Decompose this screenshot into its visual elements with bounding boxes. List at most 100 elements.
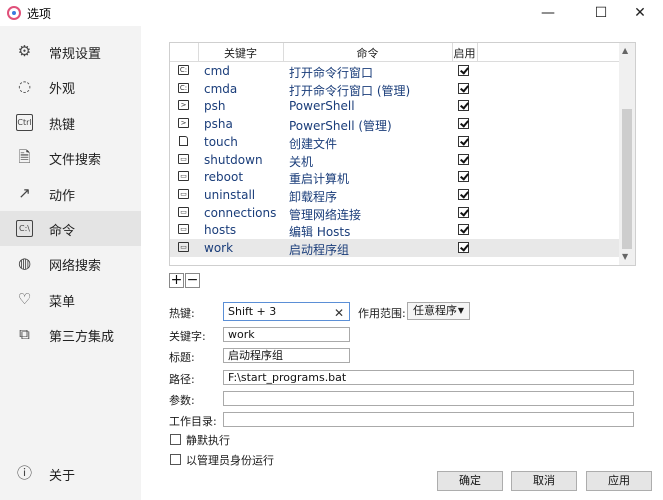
sidebar-item-1[interactable]: ◌ 外观 [0,69,141,104]
keyword-cell: hosts [204,223,237,238]
enabled-checkbox[interactable] [458,242,469,253]
enabled-checkbox[interactable] [458,65,469,76]
table-row[interactable]: > psha PowerShell (管理) [170,115,619,133]
app-logo-icon [7,6,21,20]
terminal-icon: C: [178,82,189,93]
shortcut-icon: ▭ [178,224,189,235]
table-row[interactable]: ▭ reboot 重启计算机 [170,168,619,186]
enabled-checkbox[interactable] [458,188,469,200]
shortcut-icon: ▭ [178,171,189,182]
enabled-checkbox[interactable] [458,171,469,183]
keyword-cell: cmd [204,64,230,78]
title-bar: 选项 — ☐ ✕ [0,0,663,26]
scroll-down-icon[interactable]: ▼ [622,252,628,261]
shortcut-icon: ▭ [178,153,189,164]
apply-button[interactable]: 应用 [586,471,652,491]
command-cell: 创建文件 [289,136,338,151]
sidebar-item-0[interactable]: ⚙ 常规设置 [0,34,141,69]
shortcut-icon: ▭ [178,206,189,217]
terminal-icon: C:\ [16,220,33,237]
palette-icon: ◌ [17,77,32,95]
sidebar: ⚙ 常规设置 ◌ 外观 Ctrl 热键 🗎 文件搜索 ↗ 动作 C:\ 命令 ◍ 网络搜索 ♡ 菜单 ⧉ 第三方集… [0,26,141,500]
silent-checkbox[interactable] [170,434,181,445]
sidebar-item-6[interactable]: ◍ 网络搜索 [0,246,141,281]
powershell-icon: > [178,100,189,111]
path-label: 路径: [169,373,195,386]
sidebar-item-label: 动作 [49,189,76,204]
table-row[interactable]: C: cmda 打开命令行窗口 (管理) [170,80,619,98]
scroll-up-icon[interactable]: ▲ [622,46,628,55]
path-field[interactable]: F:\start_programs.bat [223,370,634,385]
sidebar-item-label: 菜单 [49,295,76,310]
enabled-checkbox[interactable] [458,153,469,165]
enabled-checkbox[interactable] [458,82,469,94]
ctrl-key-icon: Ctrl [16,114,33,131]
command-cell: 卸载程序 [289,189,338,204]
params-field[interactable] [223,391,634,406]
scrollbar-thumb[interactable] [622,109,632,249]
enabled-checkbox[interactable] [458,118,469,130]
keyword-cell: work [204,241,234,255]
sidebar-item-4[interactable]: ↗ 动作 [0,176,141,211]
sidebar-item-label: 命令 [49,224,76,239]
column-header-keyword[interactable]: 关键字 [198,45,283,61]
keyword-cell: psha [204,117,233,132]
command-cell: PowerShell [289,99,355,114]
sidebar-item-5[interactable]: C:\ 命令 [0,211,141,246]
vertical-scrollbar[interactable]: ▲ ▼ [619,43,635,265]
enabled-checkbox[interactable] [458,206,469,218]
scope-select[interactable]: 任意程序 ▼ [407,302,470,320]
enabled-checkbox[interactable] [458,135,469,147]
title-label: 标题: [169,351,195,364]
sidebar-item-2[interactable]: Ctrl 热键 [0,105,141,140]
clear-hotkey-icon[interactable]: ✕ [334,306,344,320]
command-cell: 管理网络连接 [289,207,362,222]
powershell-icon: > [178,118,189,129]
enabled-checkbox[interactable] [458,100,469,112]
ok-button[interactable]: 确定 [437,471,503,491]
close-button[interactable]: ✕ [617,0,663,26]
enabled-checkbox[interactable] [458,224,469,236]
table-row[interactable]: ▭ uninstall 卸载程序 [170,186,619,204]
sidebar-item-7[interactable]: ♡ 菜单 [0,282,141,317]
cancel-button[interactable]: 取消 [511,471,577,491]
sidebar-item-8[interactable]: ⧉ 第三方集成 [0,317,141,352]
keyword-cell: uninstall [204,187,256,202]
action-arrow-icon: ↗ [18,184,31,202]
file-icon [179,135,188,146]
keyword-cell: connections [204,205,277,220]
info-icon: ⓘ [16,464,32,482]
workdir-field[interactable] [223,412,634,427]
params-label: 参数: [169,394,195,407]
run-as-admin-checkbox[interactable] [170,454,181,465]
window-title: 选项 [27,7,52,21]
hotkey-field[interactable]: Shift + 3 [223,302,350,321]
table-row[interactable]: ▭ shutdown 关机 [170,151,619,169]
keyword-field[interactable]: work [223,327,350,342]
sidebar-item-3[interactable]: 🗎 文件搜索 [0,140,141,175]
sidebar-item-label: 常规设置 [49,47,102,62]
table-row[interactable]: C: cmd 打开命令行窗口 [170,62,619,80]
sidebar-item-label: 网络搜索 [49,259,102,274]
table-header: 关键字 命令 启用 [170,43,619,62]
column-header-command[interactable]: 命令 [283,45,452,61]
command-table: 关键字 命令 启用 C: cmd 打开命令行窗口 C: cmda 打开命令行窗口 (管理)… [169,42,636,266]
sidebar-item-about[interactable]: ⓘ 关于 [0,456,141,491]
table-row[interactable]: touch 创建文件 [170,133,619,151]
workdir-label: 工作目录: [169,415,217,428]
remove-command-button[interactable]: − [185,273,200,288]
title-field[interactable]: 启动程序组 [223,348,350,363]
scope-select-value: 任意程序 [413,304,457,317]
add-command-button[interactable]: + [169,273,184,288]
table-row[interactable]: ▭ hosts 编辑 Hosts [170,221,619,239]
table-row[interactable]: ▭ work 启动程序组 [170,239,619,257]
sidebar-item-label: 第三方集成 [49,330,115,345]
table-row[interactable]: ▭ connections 管理网络连接 [170,204,619,222]
shortcut-icon: ▭ [178,242,189,252]
minimize-button[interactable]: — [525,0,571,26]
command-cell: 启动程序组 [289,243,350,257]
table-row[interactable]: > psh PowerShell [170,97,619,115]
column-header-enabled[interactable]: 启用 [452,45,477,61]
terminal-icon: C: [178,65,189,75]
command-cell: 打开命令行窗口 [289,66,374,80]
